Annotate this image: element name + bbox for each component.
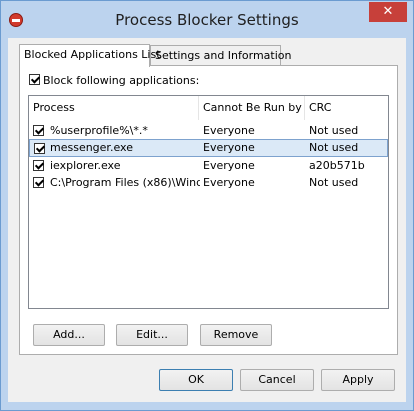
window-title: Process Blocker Settings (115, 11, 299, 29)
edit-button[interactable]: Edit... (116, 324, 188, 346)
tab-blocked-applications[interactable]: Blocked Applications List (19, 44, 161, 67)
row-checkbox[interactable] (33, 125, 44, 136)
apply-button[interactable]: Apply (321, 369, 395, 391)
list-item[interactable]: %userprofile%\*.* Everyone Not used (29, 122, 388, 140)
list-item[interactable]: C:\Program Files (x86)\Wind... Everyone … (29, 174, 388, 192)
process-path: %userprofile%\*.* (50, 124, 148, 137)
column-header-process[interactable]: Process (29, 96, 199, 120)
crc: Not used (309, 124, 359, 137)
process-path: C:\Program Files (x86)\Wind... (50, 176, 200, 189)
block-applications-checkbox[interactable] (29, 74, 40, 85)
crc: Not used (309, 141, 359, 154)
run-by: Everyone (203, 124, 255, 137)
process-path: iexplorer.exe (50, 159, 121, 172)
tab-settings-information[interactable]: Settings and Information (150, 45, 291, 66)
row-checkbox[interactable] (34, 143, 45, 154)
remove-button[interactable]: Remove (200, 324, 272, 346)
crc: a20b571b (309, 159, 365, 172)
list-item-selected[interactable]: messenger.exe Everyone Not used (29, 139, 388, 157)
row-checkbox[interactable] (33, 160, 44, 171)
process-list-header: Process Cannot Be Run by CRC (29, 96, 388, 120)
ok-button[interactable]: OK (159, 369, 233, 391)
row-checkbox[interactable] (33, 177, 44, 188)
dialog-window: Process Blocker Settings ✕ Blocked Appli… (0, 0, 414, 411)
block-applications-label: Block following applications: (43, 74, 200, 87)
add-button[interactable]: Add... (33, 324, 105, 346)
run-by: Everyone (203, 176, 255, 189)
cancel-button[interactable]: Cancel (240, 369, 314, 391)
process-list[interactable]: Process Cannot Be Run by CRC %userprofil… (28, 95, 389, 309)
column-header-crc[interactable]: CRC (305, 96, 388, 120)
column-header-run-by[interactable]: Cannot Be Run by (199, 96, 305, 120)
run-by: Everyone (203, 141, 255, 154)
tab-panel-blocked-applications: Block following applications: Process Ca… (19, 65, 398, 355)
dialog-client-area: Blocked Applications List Settings and I… (8, 38, 406, 402)
crc: Not used (309, 176, 359, 189)
block-applications-row[interactable]: Block following applications: (29, 74, 199, 87)
process-path: messenger.exe (50, 141, 133, 154)
title-bar: Process Blocker Settings ✕ (1, 1, 413, 39)
close-button[interactable]: ✕ (369, 2, 407, 22)
run-by: Everyone (203, 159, 255, 172)
list-item[interactable]: iexplorer.exe Everyone a20b571b (29, 157, 388, 175)
